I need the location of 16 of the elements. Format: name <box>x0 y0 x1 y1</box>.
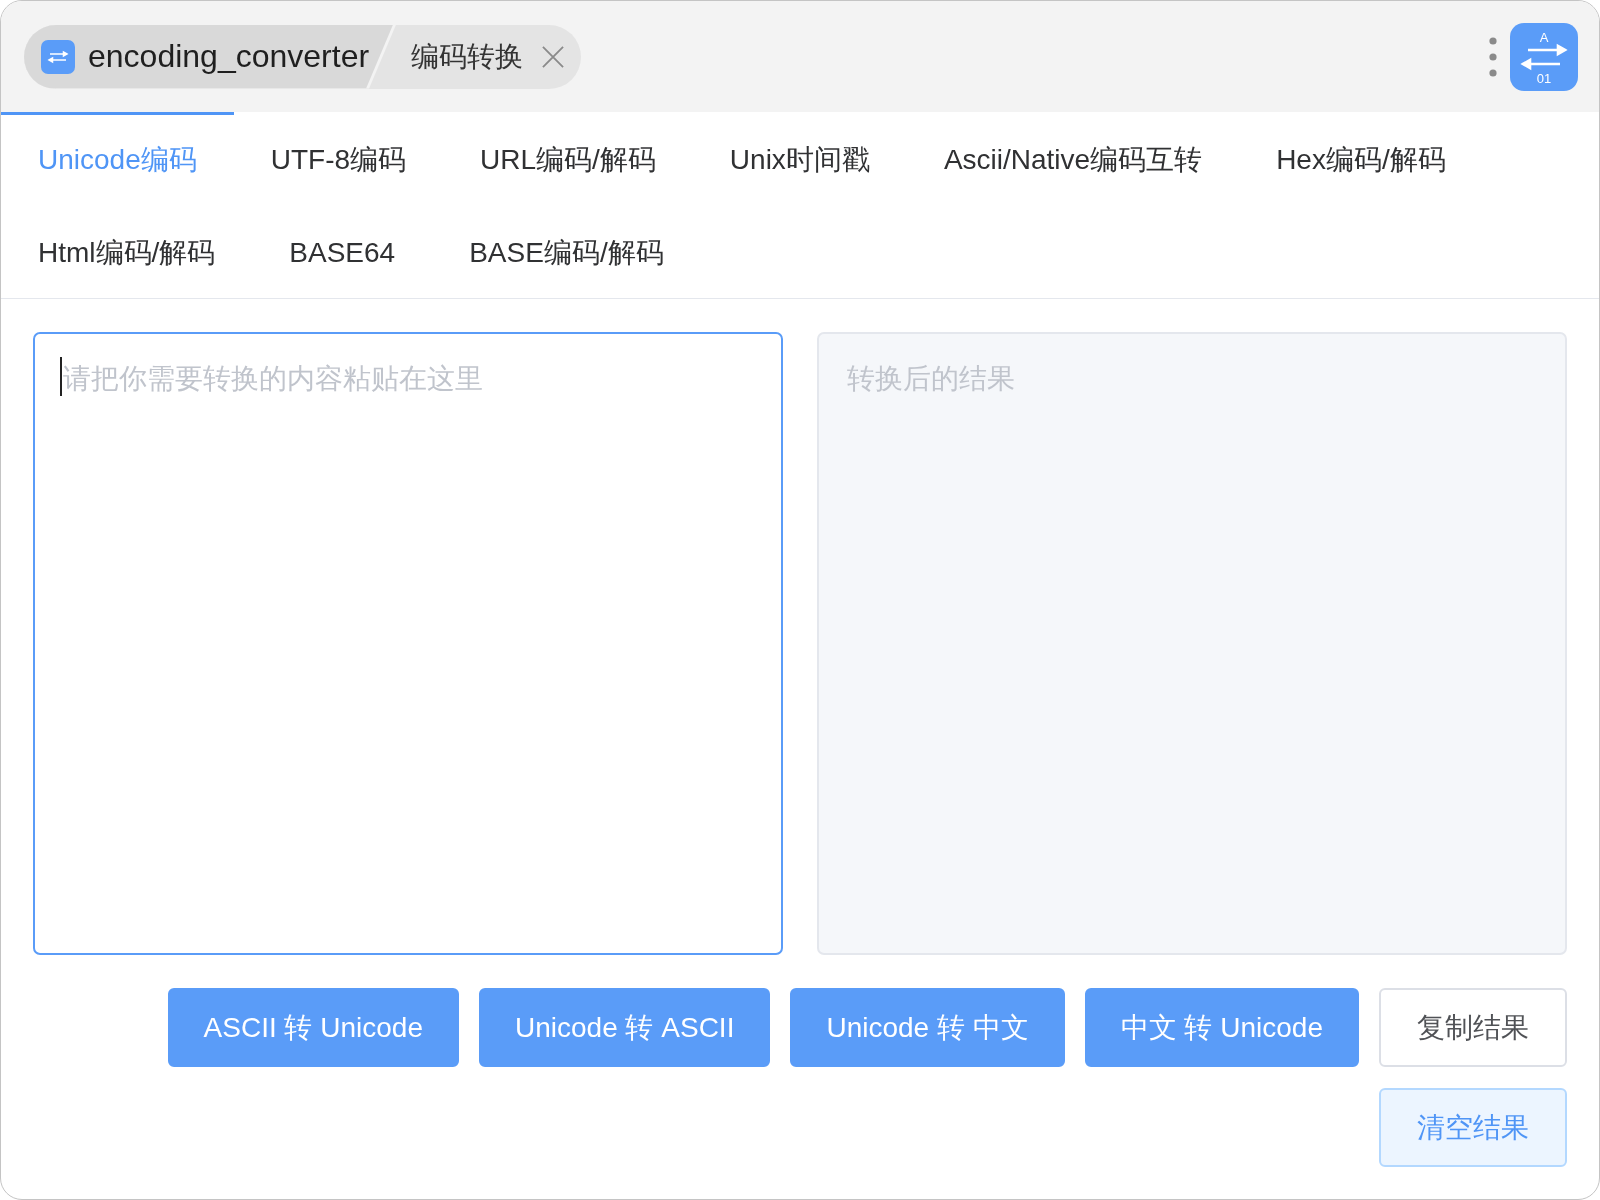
close-icon[interactable] <box>542 45 565 68</box>
tab[interactable]: URL编码/解码 <box>443 112 693 205</box>
more-icon[interactable] <box>1489 36 1497 77</box>
tab[interactable]: Unix时间戳 <box>692 112 907 205</box>
input-field[interactable]: 请把你需要转换的内容粘贴在这里 <box>33 332 783 955</box>
tab[interactable]: Html编码/解码 <box>1 205 253 298</box>
tab[interactable]: BASE编码/解码 <box>432 205 701 298</box>
text-cursor <box>60 357 62 396</box>
tab[interactable]: BASE64 <box>252 205 433 298</box>
breadcrumb-link[interactable]: encoding_converter <box>24 24 394 89</box>
tab[interactable]: UTF-8编码 <box>233 112 444 205</box>
action-button[interactable]: 复制结果 <box>1379 988 1567 1067</box>
breadcrumb-current: 编码转换 <box>411 39 524 74</box>
tab[interactable]: Hex编码/解码 <box>1239 112 1483 205</box>
tab[interactable]: Ascii/Native编码互转 <box>906 112 1240 205</box>
arrows-icon <box>41 39 75 74</box>
